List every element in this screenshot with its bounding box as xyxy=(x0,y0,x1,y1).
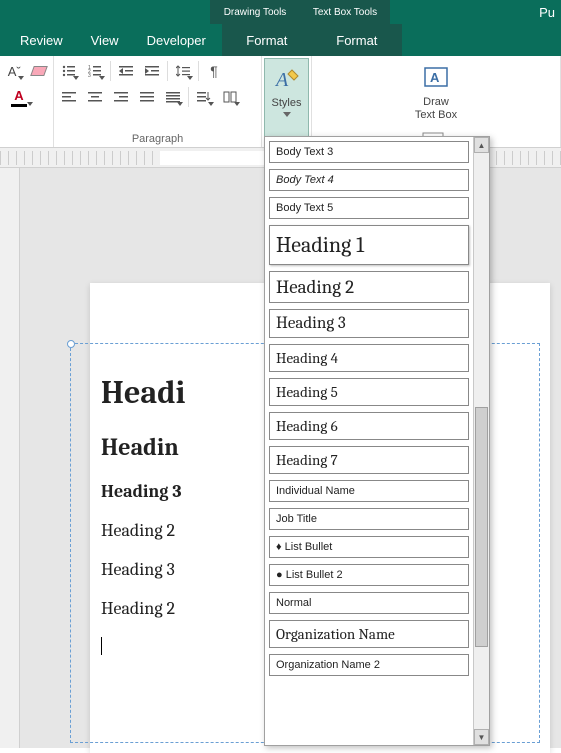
styles-label: Styles xyxy=(272,97,302,110)
text-direction-button[interactable] xyxy=(193,86,215,108)
line-spacing-button[interactable] xyxy=(172,60,194,82)
styles-scrollbar[interactable]: ▲ ▼ xyxy=(473,137,489,745)
styles-dropdown-panel: Body Text 3 Body Text 4 Body Text 5 Heading… xyxy=(264,136,490,746)
tab-label: Developer xyxy=(147,33,206,48)
bullets-button[interactable] xyxy=(58,60,80,82)
justify-button[interactable] xyxy=(136,86,158,108)
text-box-icon: A xyxy=(423,62,449,94)
svg-text:3: 3 xyxy=(88,73,91,78)
text-cursor xyxy=(101,637,102,655)
ribbon: Aˇ A 123 xyxy=(0,56,561,148)
scroll-up-button[interactable]: ▲ xyxy=(474,137,489,153)
align-left-icon xyxy=(62,90,76,104)
distribute-icon xyxy=(166,90,180,104)
scroll-thumb[interactable] xyxy=(475,407,488,647)
style-option[interactable]: Heading 2 xyxy=(269,271,469,303)
font-color-swatch xyxy=(11,104,27,107)
tab-developer[interactable]: Developer xyxy=(133,24,220,56)
context-tab-drawing-tools[interactable]: Drawing Tools xyxy=(210,0,300,24)
style-option[interactable]: Body Text 4 xyxy=(269,169,469,191)
text-direction-icon xyxy=(197,90,211,104)
columns-button[interactable] xyxy=(219,86,241,108)
tab-format-textbox[interactable]: Format xyxy=(312,24,402,56)
tab-label: Format xyxy=(336,33,377,48)
style-option[interactable]: Heading 5 xyxy=(269,378,469,406)
ribbon-group-styles: A Styles xyxy=(262,56,312,147)
align-center-icon xyxy=(88,90,102,104)
columns-icon xyxy=(223,90,237,104)
eraser-icon xyxy=(30,66,48,76)
show-hide-button[interactable]: ¶ xyxy=(203,60,225,82)
svg-text:A: A xyxy=(274,69,289,91)
outdent-icon xyxy=(119,64,133,78)
ribbon-group-font: Aˇ A xyxy=(0,56,54,147)
svg-text:A: A xyxy=(430,70,440,85)
tab-format-drawing[interactable]: Format xyxy=(222,24,312,56)
indent-icon xyxy=(145,64,159,78)
context-tab-label: Drawing Tools xyxy=(224,7,287,18)
tab-label: Review xyxy=(20,33,63,48)
change-case-button[interactable]: Aˇ xyxy=(4,60,25,82)
style-option[interactable]: Heading 7 xyxy=(269,446,469,474)
align-center-button[interactable] xyxy=(84,86,106,108)
draw-text-box-button[interactable]: A Draw Text Box xyxy=(316,58,556,122)
distribute-button[interactable] xyxy=(162,86,184,108)
chevron-down-icon xyxy=(283,112,291,117)
clear-formatting-button[interactable] xyxy=(29,60,50,82)
style-option[interactable]: Job Title xyxy=(269,508,469,530)
tab-label: Format xyxy=(246,33,287,48)
group-label xyxy=(4,131,49,147)
style-option[interactable]: Heading 1 xyxy=(269,225,469,265)
align-left-button[interactable] xyxy=(58,86,80,108)
increase-indent-button[interactable] xyxy=(141,60,163,82)
align-right-button[interactable] xyxy=(110,86,132,108)
styles-icon: A xyxy=(274,63,300,95)
style-option[interactable]: Organization Name xyxy=(269,620,469,648)
context-tab-textbox-tools[interactable]: Text Box Tools xyxy=(300,0,390,24)
align-right-icon xyxy=(114,90,128,104)
decrease-indent-button[interactable] xyxy=(115,60,137,82)
title-bar-partial: Pu xyxy=(390,0,561,24)
style-option[interactable]: ● List Bullet 2 xyxy=(269,564,469,586)
context-tab-label: Text Box Tools xyxy=(313,7,377,18)
numbering-icon: 123 xyxy=(88,64,102,78)
scroll-down-button[interactable]: ▼ xyxy=(474,729,489,745)
numbering-button[interactable]: 123 xyxy=(84,60,106,82)
styles-button[interactable]: A Styles xyxy=(264,58,309,145)
style-option[interactable]: Heading 6 xyxy=(269,412,469,440)
style-option[interactable]: Body Text 3 xyxy=(269,141,469,163)
style-option[interactable]: Heading 3 xyxy=(269,309,469,338)
style-option[interactable]: Individual Name xyxy=(269,480,469,502)
vertical-ruler[interactable] xyxy=(0,168,20,748)
styles-list[interactable]: Body Text 3 Body Text 4 Body Text 5 Heading… xyxy=(265,137,473,745)
tab-review[interactable]: Review xyxy=(6,24,77,56)
style-option[interactable]: Body Text 5 xyxy=(269,197,469,219)
ribbon-group-paragraph: 123 ¶ xyxy=(54,56,262,147)
style-option[interactable]: Organization Name 2 xyxy=(269,654,469,676)
spacer xyxy=(0,0,210,24)
line-spacing-icon xyxy=(176,64,190,78)
app-title-partial: Pu xyxy=(539,5,555,20)
ribbon-group-objects: A Draw Text Box Pictures Table Shapes Wr… xyxy=(312,56,561,147)
style-option[interactable]: ♦ List Bullet xyxy=(269,536,469,558)
resize-handle-nw[interactable] xyxy=(67,340,75,348)
font-color-button[interactable]: A xyxy=(4,86,34,108)
bullets-icon xyxy=(62,64,76,78)
tab-view[interactable]: View xyxy=(77,24,133,56)
style-option[interactable]: Normal xyxy=(269,592,469,614)
tab-label: View xyxy=(91,33,119,48)
justify-icon xyxy=(140,90,154,104)
style-option[interactable]: Heading 4 xyxy=(269,344,469,372)
group-label-paragraph: Paragraph xyxy=(58,131,257,147)
label: Draw Text Box xyxy=(415,96,457,122)
ribbon-tab-bar: Review View Developer Format Format xyxy=(0,24,561,56)
contextual-tab-bar: Drawing Tools Text Box Tools Pu xyxy=(0,0,561,24)
